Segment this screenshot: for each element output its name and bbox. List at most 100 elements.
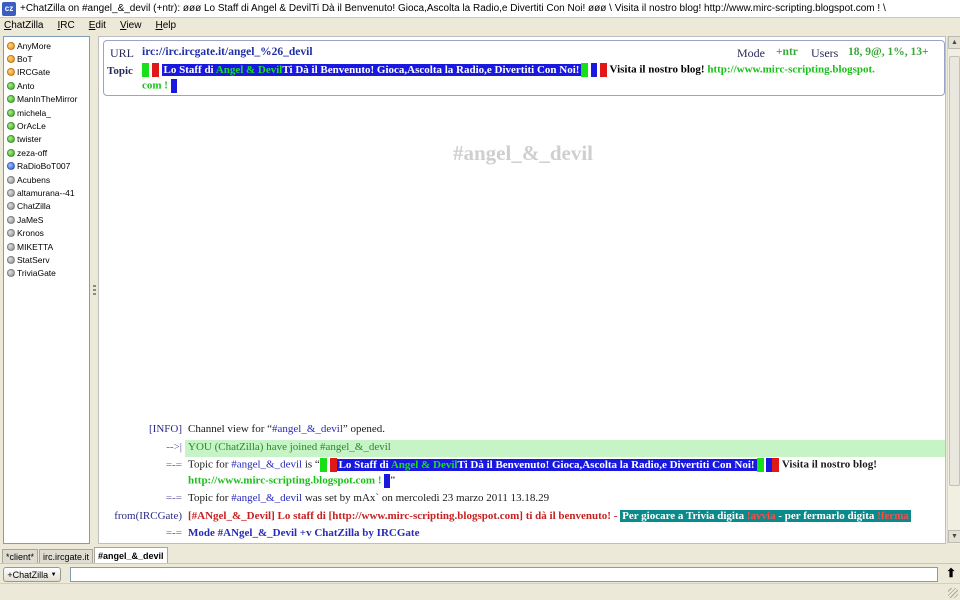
- topic-label: Topic: [107, 65, 133, 77]
- topic-blog-link[interactable]: http://www.mirc-scripting.blogspot.: [707, 64, 875, 76]
- user-list-item[interactable]: Kronos: [4, 226, 89, 239]
- user-nick: AnyMore: [17, 40, 52, 51]
- scroll-down-arrow-icon[interactable]: ▼: [948, 530, 960, 543]
- user-nick: twister: [17, 134, 42, 145]
- user-list-item[interactable]: StatServ: [4, 253, 89, 266]
- user-list-item[interactable]: ChatZilla: [4, 200, 89, 213]
- splitter-grip: [93, 289, 96, 291]
- tab-client[interactable]: *client*: [2, 549, 39, 563]
- user-list-item[interactable]: Anto: [4, 79, 89, 92]
- voice-status-icon: [7, 148, 15, 157]
- channel-link[interactable]: #angel_&_devil: [272, 423, 343, 435]
- op-status-icon: [7, 68, 15, 77]
- message-row: -->| YOU (ChatZilla) have joined #angel_…: [99, 439, 945, 457]
- menu-view[interactable]: View: [120, 20, 142, 31]
- user-list-item[interactable]: RaDioBoT007: [4, 160, 89, 173]
- user-list-item[interactable]: TriviaGate: [4, 267, 89, 280]
- users-count: 18, 9@, 1%, 13+: [848, 46, 929, 58]
- user-nick: michela_: [17, 107, 52, 118]
- menu-bar: ChatZilla IRC Edit View Help: [0, 18, 960, 33]
- user-list-item[interactable]: ManInTheMirror: [4, 93, 89, 106]
- splitter-grip: [93, 293, 96, 295]
- title-bar: cz +ChatZilla on #angel_&_devil (+ntr): …: [0, 0, 960, 18]
- normal-status-icon: [7, 255, 15, 264]
- menu-edit[interactable]: Edit: [89, 20, 106, 31]
- voice-status-icon: [7, 108, 15, 117]
- user-nick: Acubens: [17, 174, 51, 185]
- user-list-item[interactable]: michela_: [4, 106, 89, 119]
- user-nick: Kronos: [17, 228, 44, 239]
- user-list-item[interactable]: AnyMore: [4, 39, 89, 52]
- user-list-item[interactable]: JaMeS: [4, 213, 89, 226]
- message-row: =-= Topic for #angel_&_devil is “ Lo Sta…: [165, 458, 877, 488]
- user-nick: Anto: [17, 80, 35, 91]
- multiline-toggle-icon[interactable]: ⬆: [946, 566, 956, 580]
- voice-status-icon: [7, 122, 15, 131]
- normal-status-icon: [7, 229, 15, 238]
- message-row: from(IRCGate) [#ANgel_&_Devil] Lo staff …: [114, 510, 911, 522]
- voice-status-icon: [7, 135, 15, 144]
- user-list-item[interactable]: OrAcLe: [4, 119, 89, 132]
- scroll-up-arrow-icon[interactable]: ▲: [948, 36, 960, 49]
- nickname-button[interactable]: +ChatZilla ▼: [3, 567, 61, 582]
- user-nick: ManInTheMirror: [17, 94, 78, 105]
- user-list-item[interactable]: altamurana--41: [4, 186, 89, 199]
- chat-input[interactable]: [70, 567, 938, 582]
- input-bar: +ChatZilla ▼ ⬆: [0, 563, 960, 583]
- resize-grip-icon[interactable]: [948, 588, 958, 598]
- topic-color-block-green: [142, 63, 149, 77]
- mode-label: Mode: [737, 46, 765, 60]
- user-nick: altamurana--41: [17, 187, 75, 198]
- user-list-item[interactable]: IRCGate: [4, 66, 89, 79]
- message-row: =-= Mode #ANgel_&_Devil +v ChatZilla by …: [165, 527, 420, 539]
- topic-color-block-red: [329, 458, 337, 472]
- voice-status-icon: [7, 81, 15, 90]
- topic-line-1[interactable]: Lo Staff di Angel & DevilTi Dà il Benven…: [142, 63, 875, 77]
- user-nick: TriviaGate: [17, 268, 56, 279]
- voice-status-icon: [7, 95, 15, 104]
- user-nick: BoT: [17, 54, 33, 65]
- topic-blog-link[interactable]: http://www.mirc-scripting.blogspot.com !: [188, 475, 382, 487]
- topic-line-2[interactable]: com !: [142, 79, 177, 93]
- topic-color-block-green: [756, 458, 764, 472]
- channel-link[interactable]: #angel_&_devil: [231, 492, 302, 504]
- user-nick: JaMeS: [17, 214, 44, 225]
- user-list-item[interactable]: twister: [4, 133, 89, 146]
- user-list-item[interactable]: Acubens: [4, 173, 89, 186]
- trivia-notice: Per giocare a Trivia digita !avvia - per…: [620, 510, 911, 522]
- channel-url-link[interactable]: irc://irc.ircgate.it/angel_%26_devil: [142, 46, 313, 58]
- menu-help[interactable]: Help: [155, 20, 176, 31]
- user-nick: MIKETTA: [17, 241, 54, 252]
- userlist-splitter[interactable]: [91, 36, 98, 544]
- normal-status-icon: [7, 242, 15, 251]
- user-list[interactable]: AnyMore BoT IRCGate Anto ManInTheMirror miche…: [3, 36, 90, 544]
- channel-name-watermark: #angel_&_devil: [453, 141, 593, 165]
- normal-status-icon: [7, 175, 15, 184]
- user-nick: RaDioBoT007: [17, 161, 71, 172]
- status-bar: [0, 583, 960, 600]
- chatzilla-app-icon: cz: [2, 1, 16, 16]
- channel-scrollbar[interactable]: ▲ ▼: [947, 36, 960, 544]
- normal-status-icon: [7, 215, 15, 224]
- dropdown-arrow-icon: ▼: [50, 571, 57, 578]
- menu-irc[interactable]: IRC: [57, 20, 74, 31]
- op-status-icon: [7, 55, 15, 64]
- channel-link[interactable]: #angel_&_devil: [231, 459, 302, 471]
- user-nick: zeza-off: [17, 147, 48, 158]
- tab-network[interactable]: irc.ircgate.it: [39, 549, 94, 563]
- normal-status-icon: [7, 202, 15, 211]
- menu-chatzilla[interactable]: ChatZilla: [4, 20, 43, 31]
- topic-color-block-blue: [170, 79, 177, 93]
- user-nick: ChatZilla: [17, 201, 51, 212]
- topic-color-block-red: [151, 63, 159, 77]
- tab-channel[interactable]: #angel_&_devil: [94, 547, 168, 563]
- message-row: =-= Topic for #angel_&_devil was set by …: [165, 492, 550, 504]
- user-nick: IRCGate: [17, 67, 51, 78]
- user-list-item[interactable]: BoT: [4, 52, 89, 65]
- splitter-grip: [93, 285, 96, 287]
- user-list-item[interactable]: zeza-off: [4, 146, 89, 159]
- message-row: [INFO] Channel view for “#angel_&_devil”…: [149, 423, 386, 435]
- user-list-item[interactable]: MIKETTA: [4, 240, 89, 253]
- scrollbar-thumb[interactable]: [949, 56, 960, 486]
- channel-header: URL irc://irc.ircgate.it/angel_%26_devil…: [103, 40, 945, 96]
